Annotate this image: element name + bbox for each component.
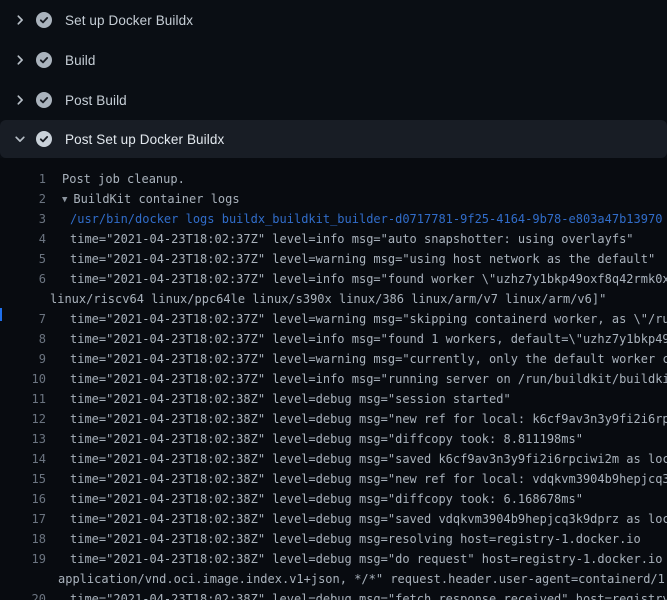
line-number[interactable]: 16 [0, 489, 46, 509]
check-circle-icon [36, 52, 52, 68]
log-line: 16 time="2021-04-23T18:02:38Z" level=debu… [0, 489, 667, 509]
step-label: Post Build [65, 93, 127, 108]
log-text: time="2021-04-23T18:02:38Z" level=debug … [70, 429, 583, 449]
log-text: time="2021-04-23T18:02:37Z" level=warnin… [70, 249, 655, 269]
log-line: 15 time="2021-04-23T18:02:38Z" level=debu… [0, 469, 667, 489]
log-line: application/vnd.oci.image.index.v1+json,… [0, 569, 667, 589]
actions-log-viewer: Set up Docker Buildx Build Post Build Post … [0, 0, 667, 600]
check-circle-icon [36, 131, 52, 147]
log-text: Post job cleanup. [62, 169, 185, 189]
step-row-build[interactable]: Build [0, 40, 667, 80]
log-text: time="2021-04-23T18:02:37Z" level=warnin… [70, 309, 667, 329]
log-text: time="2021-04-23T18:02:37Z" level=info m… [70, 229, 634, 249]
log-line: 7 time="2021-04-23T18:02:37Z" level=warni… [0, 309, 667, 329]
line-number[interactable]: 17 [0, 509, 46, 529]
log-line: 20 time="2021-04-23T18:02:38Z" level=debu… [0, 589, 667, 600]
log-line: 6 time="2021-04-23T18:02:37Z" level=info … [0, 269, 667, 289]
log-text: time="2021-04-23T18:02:37Z" level=info m… [70, 329, 667, 349]
group-label: BuildKit container logs [73, 192, 239, 206]
line-number[interactable]: 11 [0, 389, 46, 409]
log-line: 4 time="2021-04-23T18:02:37Z" level=info … [0, 229, 667, 249]
line-number[interactable]: 6 [0, 269, 46, 289]
log-text: time="2021-04-23T18:02:37Z" level=info m… [70, 269, 667, 289]
log-line: 13 time="2021-04-23T18:02:38Z" level=debu… [0, 429, 667, 449]
log-line: 17 time="2021-04-23T18:02:38Z" level=debu… [0, 509, 667, 529]
log-line: linux/riscv64 linux/ppc64le linux/s390x … [0, 289, 667, 309]
log-line: 18 time="2021-04-23T18:02:38Z" level=debu… [0, 529, 667, 549]
log-text: application/vnd.oci.image.index.v1+json,… [58, 569, 667, 589]
check-circle-icon [36, 92, 52, 108]
log-line: 9 time="2021-04-23T18:02:37Z" level=warni… [0, 349, 667, 369]
line-number[interactable]: 15 [0, 469, 46, 489]
line-number[interactable]: 3 [0, 209, 46, 229]
log-text: time="2021-04-23T18:02:38Z" level=debug … [70, 529, 641, 549]
log-line: 1 Post job cleanup. [0, 169, 667, 189]
log-text: time="2021-04-23T18:02:38Z" level=debug … [70, 549, 667, 569]
line-number[interactable]: 7 [0, 309, 46, 329]
log-line: 3/usr/bin/docker logs buildx_buildkit_bu… [0, 209, 667, 229]
log-line: 2 ▼ BuildKit container logs [0, 189, 667, 209]
line-number[interactable]: 9 [0, 349, 46, 369]
line-number[interactable]: 1 [0, 169, 46, 189]
line-number[interactable]: 4 [0, 229, 46, 249]
line-number[interactable]: 18 [0, 529, 46, 549]
line-number[interactable]: 2 [0, 189, 46, 209]
chevron-right-icon [12, 12, 28, 28]
line-number[interactable]: 20 [0, 589, 46, 600]
log-text: time="2021-04-23T18:02:38Z" level=debug … [70, 469, 667, 489]
log-line: 11 time="2021-04-23T18:02:38Z" level=debu… [0, 389, 667, 409]
log-line: 10 time="2021-04-23T18:02:37Z" level=info… [0, 369, 667, 389]
log-line: 14 time="2021-04-23T18:02:38Z" level=debu… [0, 449, 667, 469]
log-text: time="2021-04-23T18:02:37Z" level=info m… [70, 369, 667, 389]
log-text: time="2021-04-23T18:02:38Z" level=debug … [70, 409, 667, 429]
triangle-down-icon: ▼ [62, 190, 67, 209]
step-row-set-up-docker-buildx[interactable]: Set up Docker Buildx [0, 0, 667, 40]
log-text: time="2021-04-23T18:02:38Z" level=debug … [70, 489, 583, 509]
line-number[interactable]: 19 [0, 549, 46, 569]
chevron-right-icon [12, 52, 28, 68]
line-number[interactable]: 8 [0, 329, 46, 349]
log-text: time="2021-04-23T18:02:37Z" level=warnin… [70, 349, 667, 369]
log-lines: 1 Post job cleanup. 2 ▼ BuildKit container l… [0, 169, 667, 600]
chevron-down-icon [12, 131, 28, 147]
step-label: Build [65, 53, 96, 68]
chevron-right-icon [12, 92, 28, 108]
step-row-post-build[interactable]: Post Build [0, 80, 667, 120]
step-label: Post Set up Docker Buildx [65, 132, 224, 147]
log-line: 12 time="2021-04-23T18:02:38Z" level=debu… [0, 409, 667, 429]
log-line: 8 time="2021-04-23T18:02:37Z" level=info … [0, 329, 667, 349]
log-text: time="2021-04-23T18:02:38Z" level=debug … [70, 449, 667, 469]
line-number[interactable]: 12 [0, 409, 46, 429]
log-text: time="2021-04-23T18:02:38Z" level=debug … [70, 509, 667, 529]
log-line: 19 time="2021-04-23T18:02:38Z" level=debu… [0, 549, 667, 569]
log-group-toggle[interactable]: ▼ BuildKit container logs [62, 189, 240, 209]
step-row-post-set-up-docker-buildx[interactable]: Post Set up Docker Buildx [0, 120, 667, 158]
log-text: time="2021-04-23T18:02:38Z" level=debug … [70, 389, 511, 409]
log-text: time="2021-04-23T18:02:38Z" level=debug … [70, 589, 667, 600]
check-circle-icon [36, 12, 52, 28]
steps-list: Set up Docker Buildx Build Post Build Post … [0, 0, 667, 158]
log-text: linux/riscv64 linux/ppc64le linux/s390x … [50, 289, 606, 309]
log-command-text[interactable]: /usr/bin/docker logs buildx_buildkit_bui… [70, 209, 662, 229]
line-number[interactable]: 13 [0, 429, 46, 449]
log-pane: 1 Post job cleanup. 2 ▼ BuildKit container l… [0, 158, 667, 600]
line-number[interactable]: 10 [0, 369, 46, 389]
log-line: 5 time="2021-04-23T18:02:37Z" level=warni… [0, 249, 667, 269]
line-number[interactable]: 14 [0, 449, 46, 469]
line-number[interactable]: 5 [0, 249, 46, 269]
step-label: Set up Docker Buildx [65, 13, 193, 28]
